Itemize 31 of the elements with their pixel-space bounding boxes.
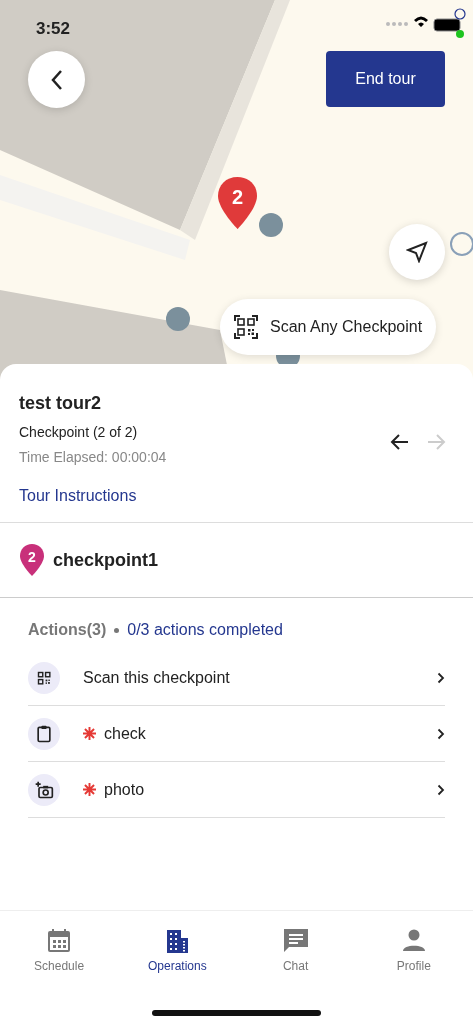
action-row[interactable]: Scan this checkpoint bbox=[28, 650, 445, 706]
camera-add-icon bbox=[34, 779, 54, 800]
qr-scan-icon bbox=[234, 315, 258, 339]
checkpoint-name: checkpoint1 bbox=[53, 548, 159, 572]
arrow-right-icon bbox=[426, 431, 446, 452]
tab-button[interactable]: Chat bbox=[236, 927, 355, 975]
tab-button[interactable]: Schedule bbox=[0, 927, 119, 975]
chevron-right-icon bbox=[437, 727, 445, 740]
navigation-arrow-icon bbox=[406, 241, 428, 263]
scan-any-button[interactable]: Scan Any Checkpoint bbox=[220, 299, 437, 355]
checkpoint-count: Checkpoint (2 of 2) bbox=[19, 423, 139, 442]
action-row[interactable]: check bbox=[28, 706, 445, 762]
chevron-right-icon bbox=[437, 783, 445, 796]
map-marker[interactable]: 2 bbox=[217, 176, 258, 230]
clipboard-icon bbox=[34, 723, 54, 744]
clock-time: 3:52 bbox=[36, 18, 71, 40]
tour-title: test tour2 bbox=[19, 392, 102, 415]
checkpoint-marker: 2 bbox=[19, 543, 45, 577]
action-row[interactable]: photo bbox=[28, 762, 445, 818]
chevron-right-icon bbox=[437, 671, 445, 684]
chevron-left-icon bbox=[49, 68, 64, 91]
actions-progress-link[interactable]: 0/3 actions completed bbox=[127, 618, 283, 642]
separator-dot bbox=[114, 627, 120, 633]
actions-heading: Actions(3) bbox=[28, 620, 107, 640]
chat-icon bbox=[281, 927, 310, 955]
tab-button[interactable]: Profile bbox=[354, 927, 473, 975]
end-tour-button[interactable]: End tour bbox=[326, 51, 445, 107]
tab-button[interactable]: Operations bbox=[118, 927, 237, 975]
time-elapsed: Time Elapsed: 00:00:04 bbox=[19, 448, 168, 467]
arrow-left-icon bbox=[390, 431, 410, 452]
tour-instructions-link[interactable]: Tour Instructions bbox=[19, 484, 137, 508]
